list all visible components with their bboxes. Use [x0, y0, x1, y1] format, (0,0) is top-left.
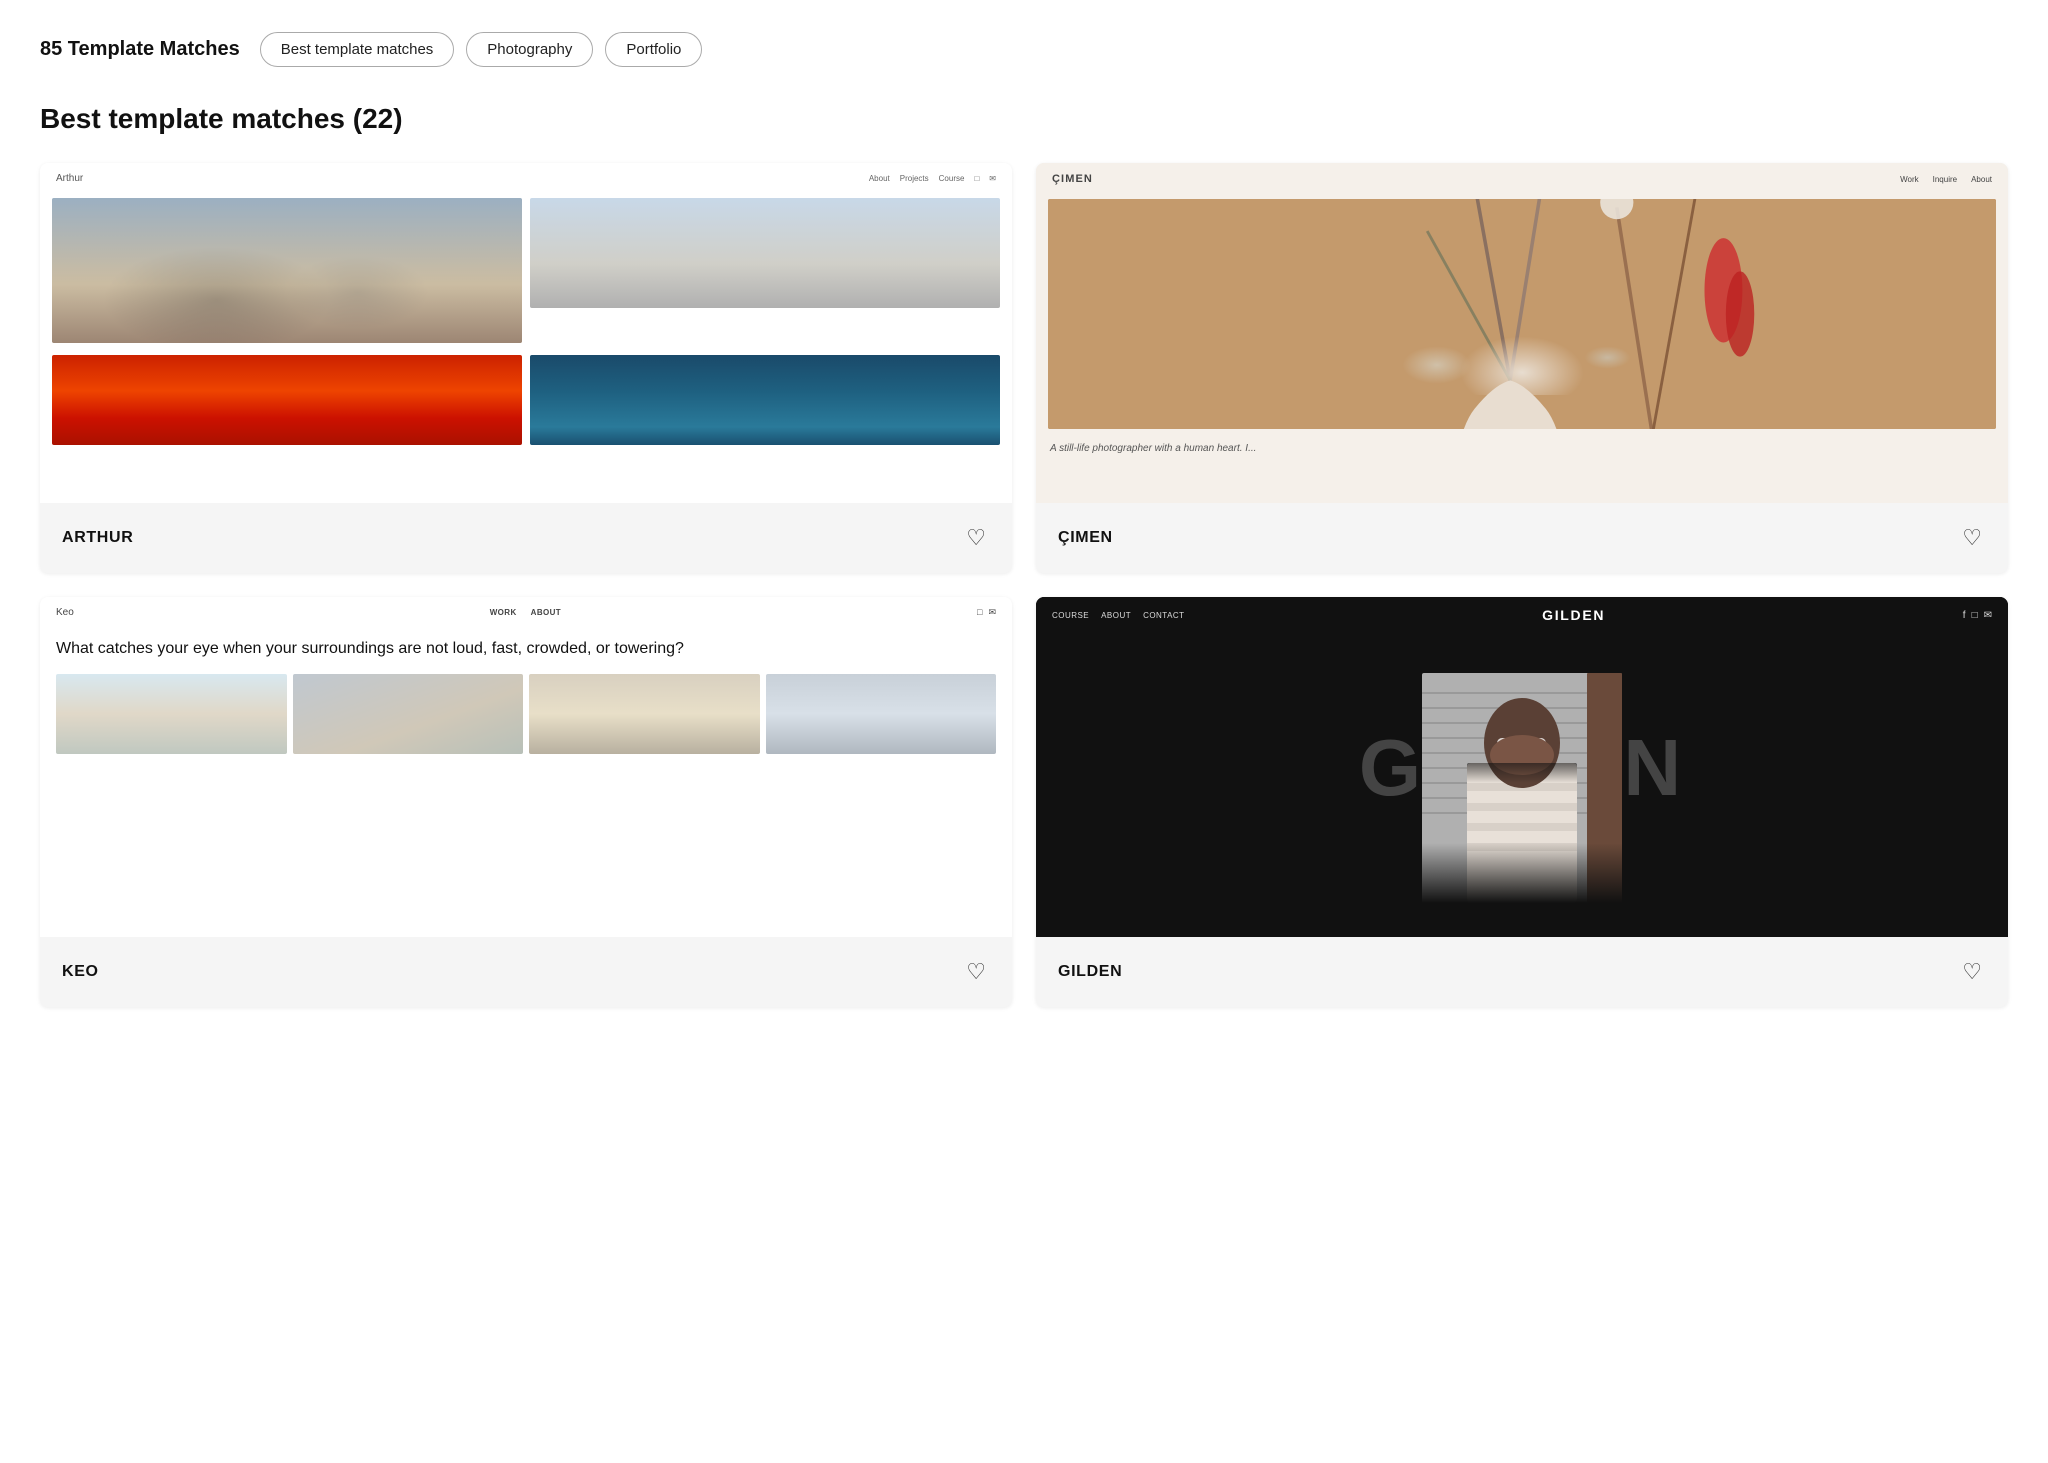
arthur-image-grid: [40, 194, 1012, 343]
cimen-caption-text: A still-life photographer with a human h…: [1036, 433, 2008, 458]
filter-photography[interactable]: Photography: [466, 32, 593, 67]
gilden-link-contact: CONTACT: [1143, 611, 1184, 620]
keo-image-grid: [40, 674, 1012, 754]
arthur-card-name: ARTHUR: [62, 529, 133, 547]
keo-image-2: [293, 674, 524, 754]
cimen-card-name: ÇIMEN: [1058, 529, 1113, 547]
header-row: 85 Template Matches Best template matche…: [40, 32, 2008, 67]
arthur-inner: Arthur About Projects Course □ ✉: [40, 163, 1012, 503]
arthur-icon-2: ✉: [989, 174, 996, 183]
arthur-image-donkeys: [52, 198, 522, 343]
arthur-card-footer: ARTHUR ♡: [40, 503, 1012, 573]
cimen-nav: ÇIMEN Work Inquire About: [1036, 163, 2008, 195]
arthur-link-about: About: [869, 174, 890, 183]
template-grid: Arthur About Projects Course □ ✉: [40, 163, 2008, 1007]
match-count: 85 Template Matches: [40, 38, 240, 61]
keo-favorite-button[interactable]: ♡: [962, 955, 990, 989]
arthur-image-ocean: [530, 355, 1000, 445]
arthur-preview: Arthur About Projects Course □ ✉: [40, 163, 1012, 503]
filter-portfolio[interactable]: Portfolio: [605, 32, 702, 67]
keo-card-name: KEO: [62, 963, 99, 981]
keo-brand: Keo: [56, 607, 74, 618]
gilden-icon-1: f: [1963, 610, 1966, 621]
keo-image-4: [766, 674, 997, 754]
template-card-keo[interactable]: Keo WORK ABOUT □ ✉ What catches your eye…: [40, 597, 1012, 1007]
cimen-card-footer: ÇIMEN ♡: [1036, 503, 2008, 573]
gilden-hero: GILDEN: [1036, 633, 2008, 903]
keo-image-1: [56, 674, 287, 754]
gilden-preview: COURSE ABOUT CONTACT GILDEN f □ ✉ GILDEN: [1036, 597, 2008, 937]
arthur-row2: [40, 343, 1012, 445]
gilden-card-name: GILDEN: [1058, 963, 1122, 981]
gilden-link-course: COURSE: [1052, 611, 1089, 620]
keo-nav-center: WORK ABOUT: [490, 608, 561, 617]
keo-link-about: ABOUT: [531, 608, 561, 617]
gilden-icon-3: ✉: [1984, 610, 1992, 621]
gilden-nav-left: COURSE ABOUT CONTACT: [1052, 611, 1185, 620]
section-title: Best template matches (22): [40, 103, 2008, 135]
arthur-icon-1: □: [974, 174, 979, 183]
keo-headline-text: What catches your eye when your surround…: [40, 628, 1012, 674]
keo-nav: Keo WORK ABOUT □ ✉: [40, 597, 1012, 628]
arthur-nav: Arthur About Projects Course □ ✉: [40, 163, 1012, 194]
keo-icon-social2: ✉: [988, 607, 996, 618]
template-card-arthur[interactable]: Arthur About Projects Course □ ✉: [40, 163, 1012, 573]
keo-nav-right: □ ✉: [977, 607, 996, 618]
arthur-link-projects: Projects: [900, 174, 929, 183]
cimen-favorite-button[interactable]: ♡: [1958, 521, 1986, 555]
gilden-link-about: ABOUT: [1101, 611, 1131, 620]
cimen-link-about: About: [1971, 175, 1992, 184]
arthur-image-woman: [530, 198, 1000, 308]
gilden-nav-right: f □ ✉: [1963, 610, 1992, 621]
template-card-gilden[interactable]: COURSE ABOUT CONTACT GILDEN f □ ✉ GILDEN: [1036, 597, 2008, 1007]
gilden-icon-2: □: [1972, 610, 1978, 621]
gilden-fade: [1036, 843, 2008, 903]
cimen-brand: ÇIMEN: [1052, 173, 1093, 185]
arthur-nav-links: About Projects Course □ ✉: [869, 174, 996, 183]
arthur-link-course: Course: [939, 174, 965, 183]
gilden-card-footer: GILDEN ♡: [1036, 937, 2008, 1007]
cimen-nav-links: Work Inquire About: [1900, 175, 1992, 184]
keo-card-footer: KEO ♡: [40, 937, 1012, 1007]
keo-icon-social1: □: [977, 607, 982, 618]
keo-preview: Keo WORK ABOUT □ ✉ What catches your eye…: [40, 597, 1012, 937]
cimen-link-inquire: Inquire: [1933, 175, 1957, 184]
cimen-preview: ÇIMEN Work Inquire About: [1036, 163, 2008, 503]
keo-link-work: WORK: [490, 608, 517, 617]
arthur-favorite-button[interactable]: ♡: [962, 521, 990, 555]
template-card-cimen[interactable]: ÇIMEN Work Inquire About: [1036, 163, 2008, 573]
cimen-hero-image: [1048, 199, 1996, 429]
cimen-link-work: Work: [1900, 175, 1919, 184]
cimen-svg-illustration: [1048, 199, 1996, 429]
gilden-brand: GILDEN: [1542, 607, 1605, 623]
filter-best-template-matches[interactable]: Best template matches: [260, 32, 455, 67]
gilden-favorite-button[interactable]: ♡: [1958, 955, 1986, 989]
keo-image-3: [529, 674, 760, 754]
gilden-nav: COURSE ABOUT CONTACT GILDEN f □ ✉: [1036, 597, 2008, 633]
arthur-brand: Arthur: [56, 173, 83, 184]
arthur-image-redsky: [52, 355, 522, 445]
